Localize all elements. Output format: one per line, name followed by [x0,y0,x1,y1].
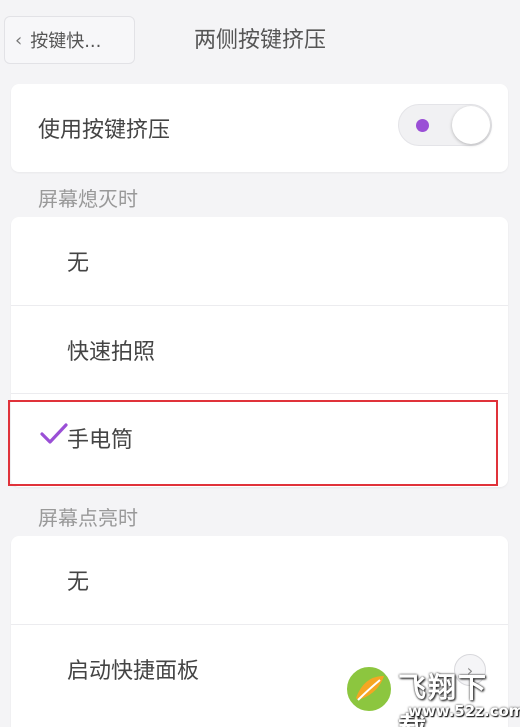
section-label-screen-off: 屏幕熄灭时 [38,187,138,211]
option-label: 无 [67,570,90,595]
top-bar: ‹ 按键快... 两侧按键挤压 [0,0,520,82]
option-none-on[interactable]: 无 [11,536,508,624]
section-label-screen-on: 屏幕点亮时 [38,506,138,530]
watermark-url: www.52z.com [408,702,520,720]
toggle-on-dot [416,119,429,132]
leaf-logo-icon [345,665,393,713]
page-title: 两侧按键挤压 [193,28,326,53]
option-quick-photo[interactable]: 快速拍照 [11,305,508,393]
squeeze-toggle-row[interactable]: 使用按键挤压 [11,84,508,172]
squeeze-toggle-label: 使用按键挤压 [38,118,171,143]
option-label: 启动快捷面板 [67,658,200,684]
toggle-knob [452,106,490,144]
option-label: 无 [67,251,90,276]
squeeze-toggle-switch[interactable] [398,104,492,146]
site-watermark: 飞翔下载 www.52z.com [336,662,520,727]
option-none-off[interactable]: 无 [11,217,508,305]
toggle-card: 使用按键挤压 [11,84,508,172]
highlight-annotation-box [8,400,498,486]
option-label: 快速拍照 [67,339,156,365]
